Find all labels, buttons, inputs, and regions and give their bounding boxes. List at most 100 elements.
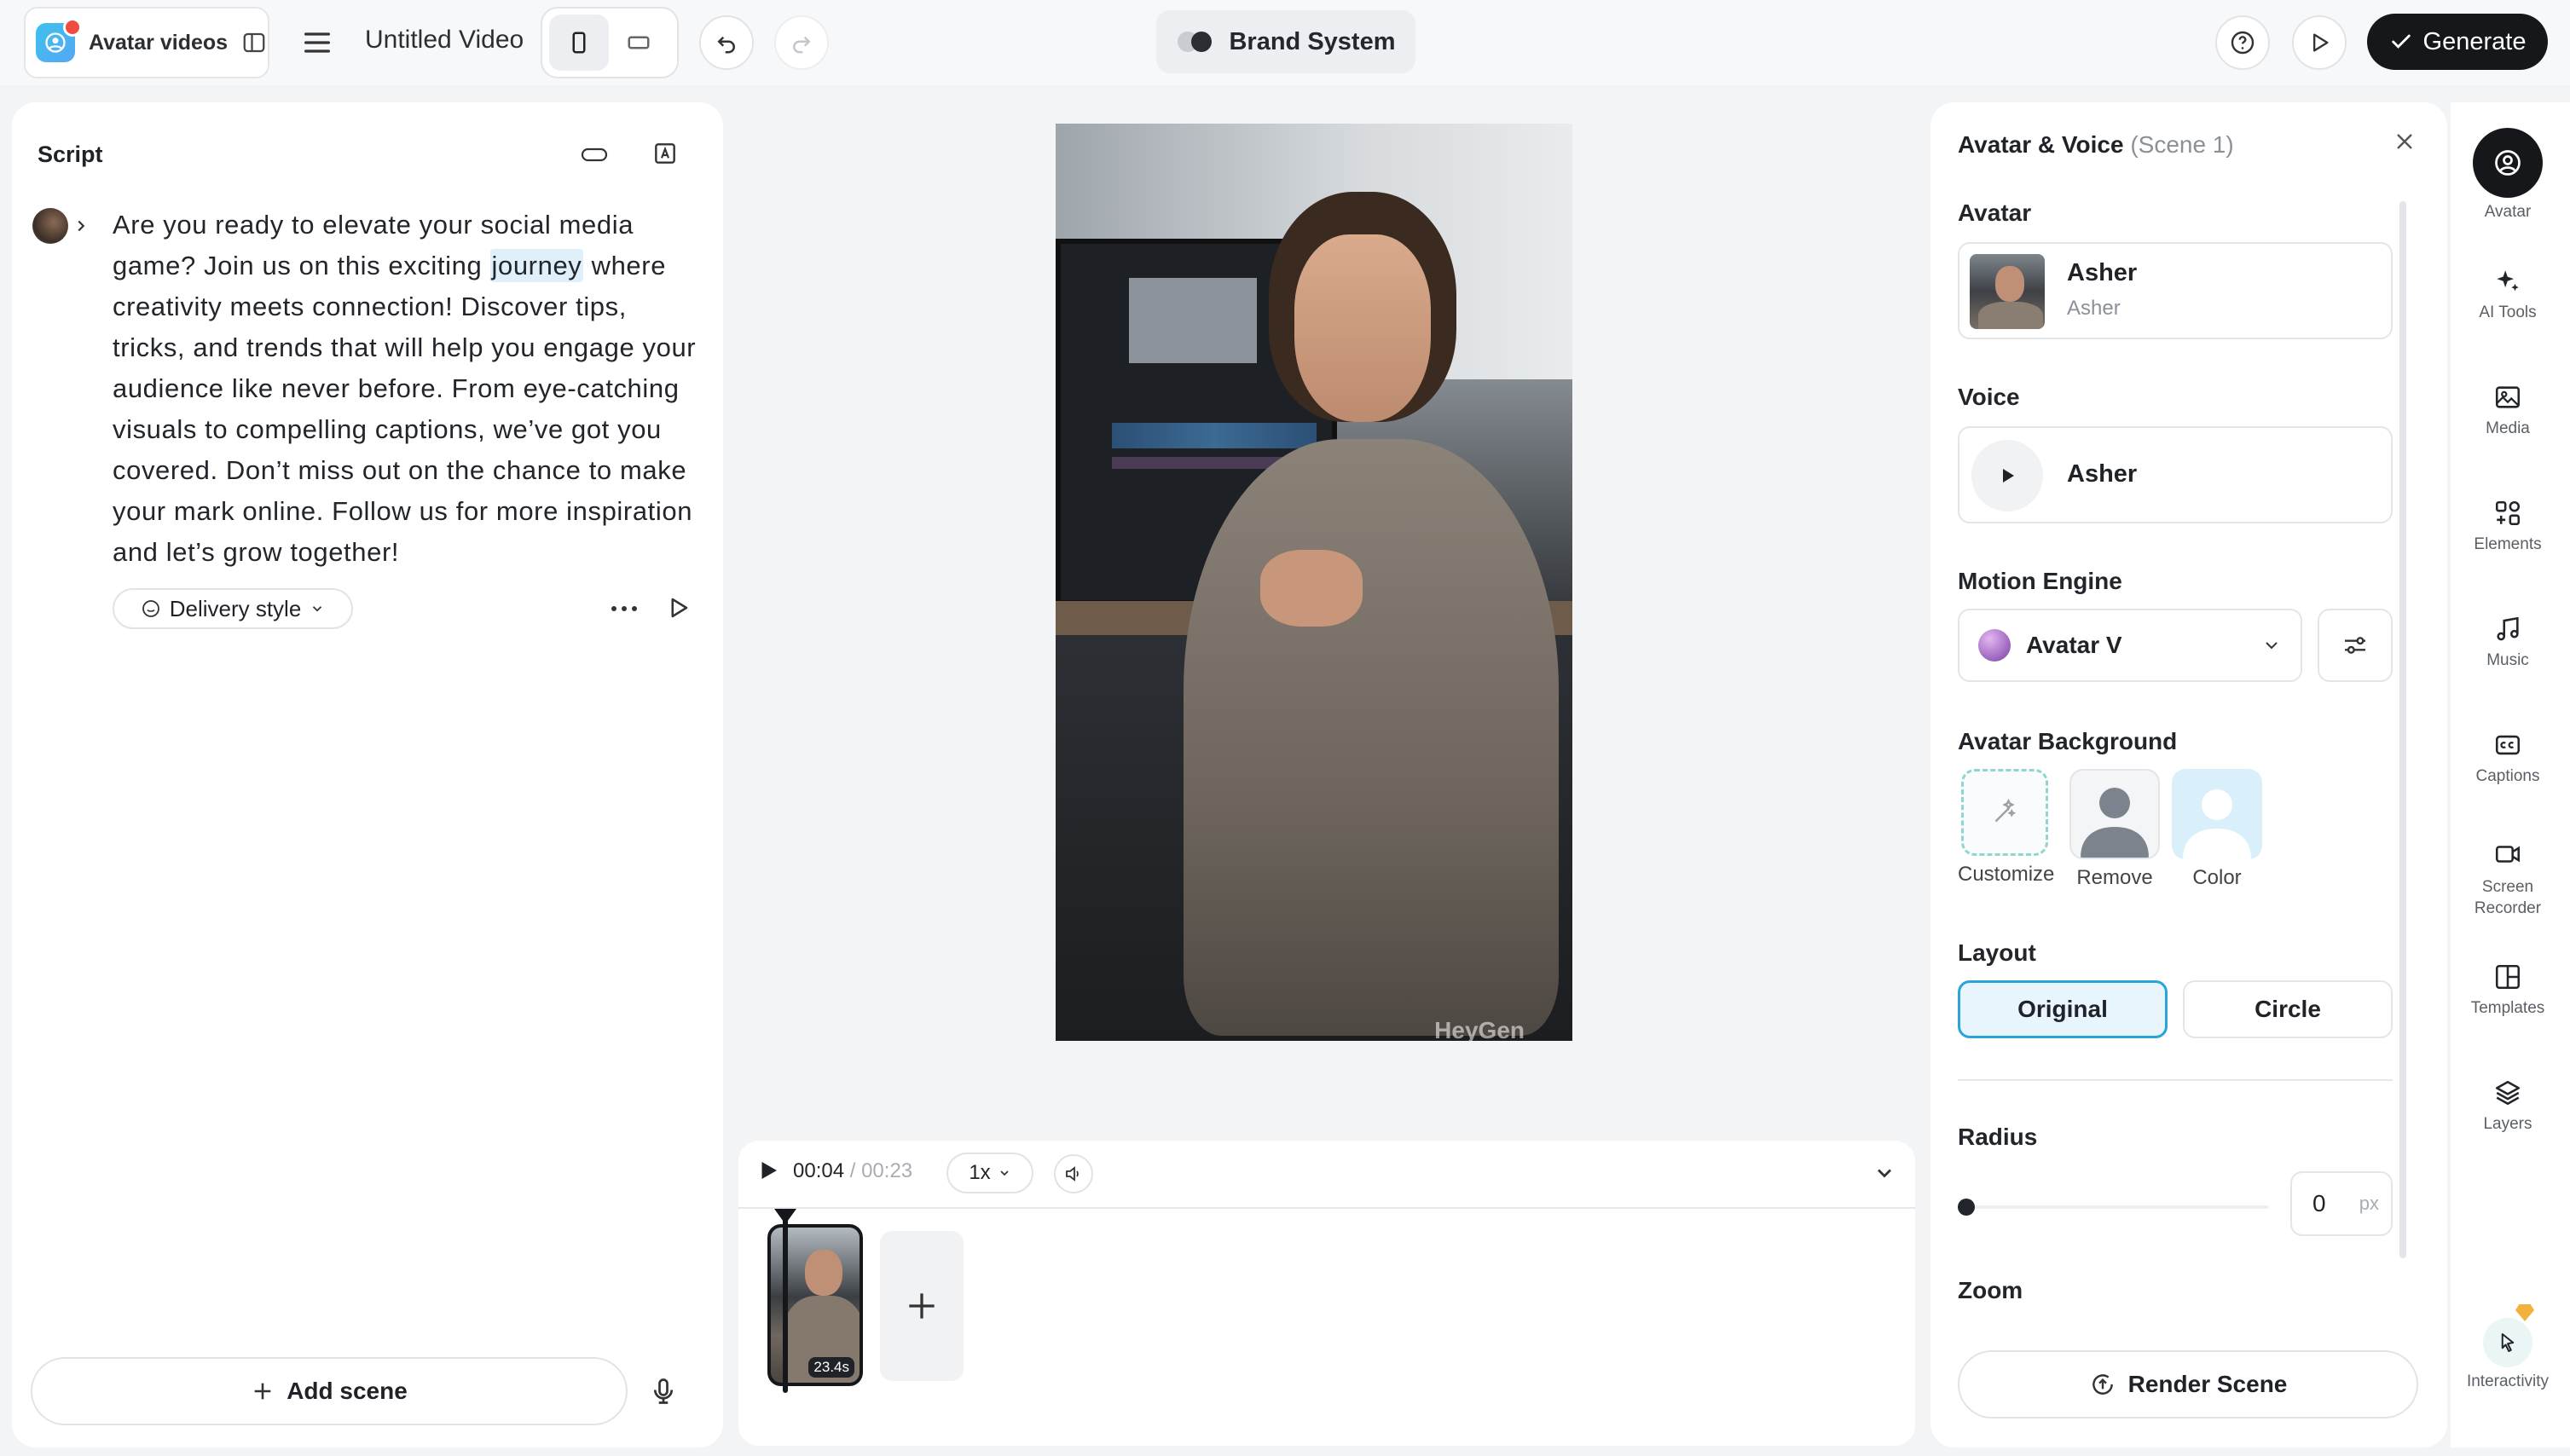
render-icon — [2089, 1371, 2116, 1398]
voice-selector[interactable]: Asher — [1958, 426, 2393, 523]
app-switcher[interactable]: Avatar videos — [24, 7, 269, 78]
rail-label-captions: Captions — [2475, 767, 2540, 785]
microphone-icon[interactable] — [648, 1374, 679, 1408]
text-style-icon[interactable] — [651, 140, 679, 167]
undo-icon — [714, 30, 739, 55]
layout-original-button[interactable]: Original — [1958, 980, 2168, 1038]
preview-play-button[interactable] — [2292, 15, 2347, 70]
sliders-icon — [2341, 632, 2369, 659]
speed-dropdown[interactable]: 1x — [946, 1153, 1033, 1193]
watermark: HeyGen — [1434, 1017, 1525, 1041]
rail-item-layers[interactable]: Layers — [2444, 1076, 2570, 1134]
collapse-timeline-icon[interactable] — [1873, 1161, 1896, 1185]
rail-item-captions[interactable]: Captions — [2444, 728, 2570, 786]
script-text[interactable]: Are you ready to elevate your social med… — [113, 205, 701, 573]
avatar-name: Asher — [2067, 259, 2138, 286]
brand-system-button[interactable]: Brand System — [1156, 10, 1415, 73]
motion-engine-icon — [1978, 629, 2011, 662]
undo-button[interactable] — [699, 15, 754, 70]
voice-play-button[interactable] — [1971, 440, 2043, 511]
rail-item-avatar[interactable]: Avatar — [2444, 128, 2570, 222]
shapes-icon — [2491, 496, 2525, 530]
radius-input[interactable]: 0 px — [2290, 1171, 2393, 1236]
section-divider — [1958, 1079, 2393, 1081]
scene-avatar-thumb[interactable] — [32, 208, 68, 244]
inspector-title-main: Avatar & Voice — [1958, 131, 2124, 158]
avatar-thumbnail — [1970, 254, 2045, 329]
rail-label-layers: Layers — [2483, 1115, 2532, 1133]
portrait-button[interactable] — [549, 14, 609, 71]
help-button[interactable] — [2215, 15, 2270, 70]
add-clip-button[interactable] — [880, 1231, 964, 1381]
playhead[interactable] — [783, 1210, 788, 1393]
rail-item-media[interactable]: Media — [2444, 380, 2570, 438]
highlighted-word: journey — [489, 249, 584, 282]
bg-option-color[interactable]: Color — [2169, 769, 2265, 890]
volume-button[interactable] — [1054, 1154, 1093, 1193]
avatar-selector[interactable]: Asher Asher — [1958, 242, 2393, 339]
script-text-after: where creativity meets connection! Disco… — [113, 251, 697, 567]
script-title: Script — [38, 142, 103, 167]
rail-item-ai-tools[interactable]: AI Tools — [2444, 264, 2570, 322]
time-separator: / — [849, 1159, 856, 1182]
motion-engine-dropdown[interactable]: Avatar V — [1958, 609, 2302, 682]
sparkles-icon — [2491, 264, 2525, 298]
rail-item-screen-recorder[interactable]: Screen Recorder — [2444, 837, 2570, 919]
landscape-button[interactable] — [609, 14, 669, 71]
speed-value: 1x — [969, 1161, 991, 1184]
motion-settings-button[interactable] — [2318, 609, 2393, 682]
rail-item-templates[interactable]: Templates — [2444, 960, 2570, 1018]
sidebar-toggle-icon[interactable] — [241, 30, 267, 55]
play-line-icon[interactable] — [665, 595, 691, 621]
pill-icon[interactable] — [580, 142, 609, 167]
orientation-toggle — [541, 7, 679, 78]
music-note-icon — [2491, 612, 2525, 646]
plus-icon — [251, 1379, 275, 1403]
close-icon[interactable] — [2391, 128, 2418, 155]
video-preview[interactable]: HeyGen — [1056, 124, 1572, 1041]
rail-item-music[interactable]: Music — [2444, 612, 2570, 670]
bg-option-remove[interactable]: Remove — [2064, 769, 2166, 890]
radius-slider-thumb[interactable] — [1958, 1199, 1975, 1216]
redo-button[interactable] — [774, 15, 829, 70]
radius-unit: px — [2359, 1193, 2379, 1214]
smile-icon — [141, 598, 161, 619]
layers-icon — [2491, 1076, 2525, 1110]
layout-circle-button[interactable]: Circle — [2183, 980, 2393, 1038]
rail-label-interactivity: Interactivity — [2466, 1372, 2550, 1390]
customize-tile — [1961, 769, 2048, 856]
render-scene-button[interactable]: Render Scene — [1958, 1350, 2418, 1418]
generate-button[interactable]: Generate — [2367, 14, 2548, 70]
rail-item-elements[interactable]: Elements — [2444, 496, 2570, 554]
total-time: 00:23 — [861, 1159, 913, 1182]
layout-grid-icon — [2491, 960, 2525, 994]
radius-value: 0 — [2312, 1190, 2326, 1216]
scene-clip[interactable]: 23.4s — [767, 1224, 863, 1386]
brand-toggle-icon — [1176, 30, 1215, 54]
video-title[interactable]: Untitled Video — [365, 26, 524, 55]
delivery-style-dropdown[interactable]: Delivery style — [113, 588, 353, 629]
radius-slider[interactable] — [1958, 1197, 2268, 1217]
rail-label-ai-tools: AI Tools — [2479, 303, 2537, 321]
rail-label-templates: Templates — [2470, 999, 2545, 1017]
person-silhouette-icon — [2074, 776, 2156, 858]
color-label: Color — [2192, 866, 2242, 889]
inspector-scrollbar[interactable] — [2399, 201, 2406, 1258]
avatar-icon — [2473, 128, 2543, 198]
bg-option-customize[interactable]: Customize — [1958, 769, 2054, 887]
phone-icon — [566, 28, 592, 57]
redo-icon — [789, 30, 814, 55]
chevron-right-icon[interactable] — [72, 215, 90, 237]
chevron-down-icon — [310, 601, 325, 616]
more-options-icon[interactable] — [607, 597, 641, 621]
timeline-play-button[interactable] — [755, 1158, 781, 1183]
zoom-section-label: Zoom — [1958, 1277, 2023, 1303]
add-scene-button[interactable]: Add scene — [31, 1357, 628, 1425]
rail-label-media: Media — [2486, 419, 2530, 437]
rail-item-interactivity[interactable]: Interactivity — [2444, 1304, 2570, 1391]
menu-icon[interactable] — [300, 26, 334, 60]
inspector-title: Avatar & Voice (Scene 1) — [1958, 131, 2234, 159]
rail-label-avatar: Avatar — [2484, 203, 2532, 221]
help-icon — [2229, 29, 2256, 56]
motion-engine-label: Motion Engine — [1958, 568, 2122, 594]
